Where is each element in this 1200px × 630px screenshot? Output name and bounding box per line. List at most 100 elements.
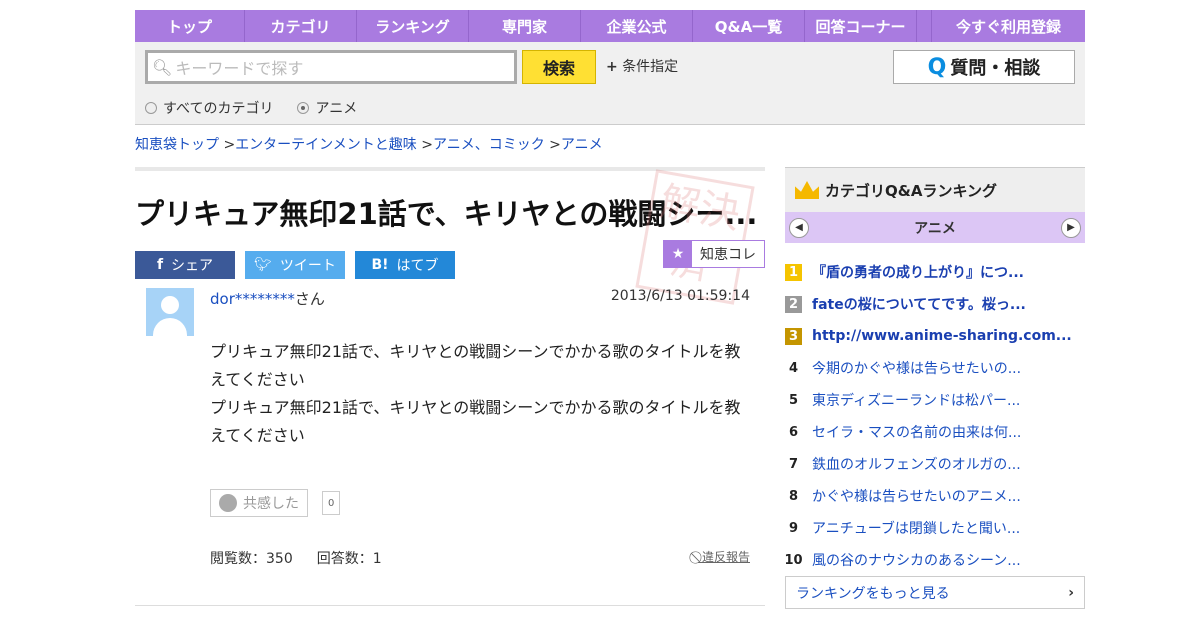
rank-number: 1 (785, 263, 802, 281)
empathy-button[interactable]: 共感した (210, 489, 308, 517)
radio-circle (145, 102, 157, 114)
body-paragraph: プリキュア無印21話で、キリヤとの戦闘シーンでかかる歌のタイトルを教えてください (210, 342, 741, 389)
rank-number: 4 (788, 360, 799, 376)
ranking-link[interactable]: アニチューブは閉鎖したと聞い... (812, 518, 1020, 538)
question-body: プリキュア無印21話で、キリヤとの戦闘シーンでかかる歌のタイトルを教えてください… (210, 338, 755, 450)
ranking-item: 10 風の谷のナウシカのあるシーン... (784, 544, 1085, 576)
ranking-list: 1 『盾の勇者の成り上がり』につ... 2 fateの桜についててです。桜っ... 3 h… (784, 256, 1085, 576)
nav-experts[interactable]: 専門家 (469, 10, 581, 42)
resolved-stamp: 解決済 (635, 169, 755, 305)
twitter-icon: 🐦︎ (254, 257, 272, 273)
search-bar: 🔍︎ キーワードで探す 検索 + 条件指定 Q 質問・相談 すべてのカテゴリ アニメ (135, 42, 1085, 125)
radio-label: アニメ (315, 101, 358, 117)
empathy-label: 共感した (243, 496, 299, 512)
breadcrumb-link[interactable]: エンターテインメントと趣味 (235, 137, 417, 153)
honorific: さん (294, 290, 325, 308)
rank-number: 8 (788, 488, 799, 504)
facebook-share-button[interactable]: f シェア (135, 251, 235, 279)
hatena-icon: B! (371, 257, 389, 273)
breadcrumb: 知恵袋トップ >エンターテインメントと趣味 >アニメ、コミック >アニメ (135, 137, 603, 153)
global-nav: トップ カテゴリ ランキング 専門家 企業公式 Q&A一覧 回答コーナー 今すぐ… (135, 10, 1085, 42)
report-label: 違反報告 (701, 550, 750, 564)
divider (135, 167, 765, 171)
nav-qa-list[interactable]: Q&A一覧 (693, 10, 805, 42)
ranking-link[interactable]: 東京ディズニーランドは松パー... (812, 390, 1020, 410)
divider (135, 605, 765, 606)
category-ranking: カテゴリQ&Aランキング ◀ アニメ ▶ 1 『盾の勇者の成り上がり』につ... 2 fa… (784, 167, 1085, 609)
chiekore-label: 知恵コレ (700, 247, 756, 263)
hatebu-button[interactable]: B! はてブ (355, 251, 455, 279)
avatar[interactable] (146, 288, 194, 336)
nav-spacer (917, 10, 932, 42)
post-date: 2013/6/13 01:59:14 (610, 288, 750, 304)
prev-arrow-icon[interactable]: ◀ (789, 217, 809, 238)
tweet-button[interactable]: 🐦︎ ツイート (245, 251, 345, 279)
ranking-link[interactable]: fateの桜についててです。桜っ... (812, 294, 1026, 314)
radio-anime[interactable]: アニメ (297, 98, 357, 118)
user-link[interactable]: dor******** (210, 290, 295, 308)
ask-question-button[interactable]: Q 質問・相談 (893, 50, 1075, 84)
ranking-link[interactable]: かぐや様は告らせたいのアニメ... (812, 486, 1021, 506)
facebook-icon: f (156, 257, 164, 273)
question-area: 解決済 プリキュア無印21話で、キリヤとの戦闘シー... f シェア 🐦︎ ツイート… (135, 167, 765, 606)
empathy-count: 0 (322, 491, 341, 515)
crown-icon (795, 181, 819, 199)
ranking-item: 3 http://www.anime-sharing.com... (785, 320, 1085, 352)
nav-official[interactable]: 企業公式 (581, 10, 693, 42)
rank-number: 5 (788, 392, 799, 408)
rank-number: 7 (788, 456, 799, 472)
ranking-link[interactable]: 今期のかぐや様は告らせたいの... (812, 358, 1021, 378)
rank-number: 6 (788, 424, 799, 440)
chevron-right-icon: › (1068, 584, 1074, 601)
nav-category[interactable]: カテゴリ (245, 10, 357, 42)
questioner: dor********さん (210, 288, 325, 309)
ranking-item: 7 鉄血のオルフェンズのオルガの... (785, 448, 1085, 480)
nav-answer-corner[interactable]: 回答コーナー (805, 10, 917, 42)
ranking-item: 2 fateの桜についててです。桜っ... (785, 288, 1085, 320)
ranking-link[interactable]: 鉄血のオルフェンズのオルガの... (812, 454, 1021, 474)
q-icon: Q (927, 54, 947, 80)
report-link[interactable]: ⃠ 違反報告 (698, 548, 750, 565)
more-ranking-link[interactable]: ランキングをもっと見る › (785, 576, 1085, 609)
view-count: 閲覧数：350 (210, 551, 293, 567)
star-icon: ★ (664, 241, 692, 267)
tweet-label: ツイート (279, 258, 336, 274)
breadcrumb-link[interactable]: アニメ (561, 137, 603, 153)
answer-count: 回答数：1 (316, 551, 382, 567)
rank-number: 10 (784, 552, 803, 568)
more-label: ランキングをもっと見る (796, 585, 950, 602)
ranking-category: アニメ (914, 220, 956, 237)
radio-all-categories[interactable]: すべてのカテゴリ (145, 98, 273, 118)
body-paragraph: プリキュア無印21話で、キリヤとの戦闘シーンでかかる歌のタイトルを教えてください (210, 398, 741, 445)
ask-label: 質問・相談 (950, 58, 1041, 79)
ranking-item: 6 セイラ・マスの名前の由来は何... (785, 416, 1085, 448)
search-button[interactable]: 検索 (522, 50, 596, 84)
ranking-link[interactable]: 風の谷のナウシカのあるシーン... (812, 550, 1021, 570)
ranking-item: 5 東京ディズニーランドは松パー... (785, 384, 1085, 416)
ranking-link[interactable]: 『盾の勇者の成り上がり』につ... (812, 262, 1024, 282)
rank-number: 2 (785, 295, 802, 313)
conditions-link[interactable]: + 条件指定 (606, 56, 678, 76)
nav-top[interactable]: トップ (135, 10, 245, 42)
search-input[interactable]: 🔍︎ キーワードで探す (145, 50, 517, 84)
nav-register[interactable]: 今すぐ利用登録 (932, 10, 1085, 42)
breadcrumb-link[interactable]: 知恵袋トップ (135, 137, 219, 153)
chiekore-button[interactable]: ★ 知恵コレ (663, 240, 765, 268)
share-label: シェア (171, 258, 214, 274)
rank-number: 3 (785, 327, 802, 345)
search-placeholder: キーワードで探す (175, 59, 304, 78)
ranking-item: 1 『盾の勇者の成り上がり』につ... (785, 256, 1085, 288)
ranking-item: 4 今期のかぐや様は告らせたいの... (785, 352, 1085, 384)
radio-label: すべてのカテゴリ (163, 101, 274, 117)
ranking-link[interactable]: http://www.anime-sharing.com... (812, 328, 1072, 344)
radio-circle-selected (297, 102, 310, 114)
breadcrumb-link[interactable]: アニメ、コミック (433, 137, 545, 153)
ranking-title: カテゴリQ&Aランキング (825, 181, 997, 200)
ranking-link[interactable]: セイラ・マスの名前の由来は何... (812, 422, 1021, 442)
smile-icon (219, 494, 237, 512)
plus-icon: + (606, 59, 618, 75)
nav-ranking[interactable]: ランキング (357, 10, 469, 42)
search-icon: 🔍︎ (152, 57, 173, 77)
next-arrow-icon[interactable]: ▶ (1060, 217, 1081, 238)
ranking-item: 8 かぐや様は告らせたいのアニメ... (785, 480, 1085, 512)
